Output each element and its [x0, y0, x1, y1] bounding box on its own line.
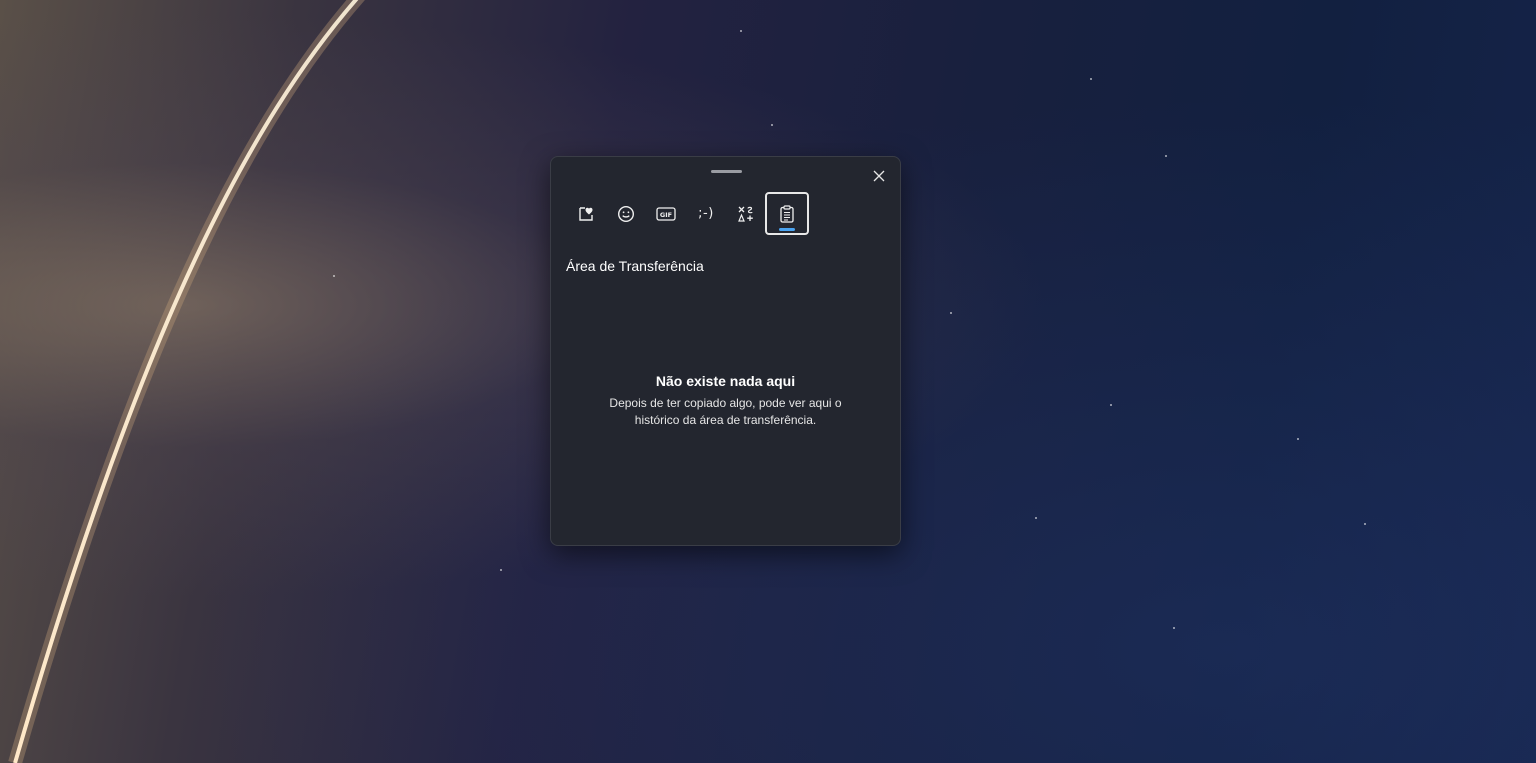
svg-text:GIF: GIF — [660, 211, 672, 219]
tab-bar: GIF ;-) — [566, 192, 809, 235]
close-button[interactable] — [867, 164, 891, 188]
empty-state-description: Depois de ter copiado algo, pode ver aqu… — [609, 396, 842, 427]
star — [1364, 523, 1366, 525]
tab-symbols[interactable] — [726, 192, 766, 235]
star — [771, 124, 773, 126]
clipboard-icon — [780, 204, 794, 223]
kaomoji-icon: ;-) — [698, 206, 714, 221]
tab-clipboard[interactable] — [765, 192, 809, 235]
star — [1035, 517, 1037, 519]
emoji-smiley-icon — [617, 205, 635, 222]
drag-handle[interactable] — [711, 170, 742, 173]
empty-state: Não existe nada aqui Depois de ter copia… — [551, 373, 900, 429]
favorites-heart-icon — [579, 206, 593, 221]
symbols-icon — [738, 206, 753, 222]
star — [1165, 155, 1167, 157]
tab-kaomoji[interactable]: ;-) — [686, 192, 726, 235]
tab-gif[interactable]: GIF — [646, 192, 686, 235]
star — [1110, 404, 1112, 406]
star — [740, 30, 742, 32]
close-icon — [873, 170, 885, 182]
star — [950, 312, 952, 314]
empty-state-title: Não existe nada aqui — [655, 373, 796, 389]
tab-emoji[interactable] — [606, 192, 646, 235]
gif-icon: GIF — [656, 206, 676, 221]
emoji-clipboard-panel: GIF ;-) Área de Transferência Não existe… — [550, 156, 901, 546]
star — [500, 569, 502, 571]
desktop-wallpaper: GIF ;-) Área de Transferência Não existe… — [0, 0, 1536, 763]
tab-favorites[interactable] — [566, 192, 606, 235]
section-title: Área de Transferência — [566, 258, 704, 274]
star — [1090, 78, 1092, 80]
active-tab-indicator — [779, 228, 795, 231]
star — [1173, 627, 1175, 629]
star — [333, 275, 335, 277]
star — [1297, 438, 1299, 440]
